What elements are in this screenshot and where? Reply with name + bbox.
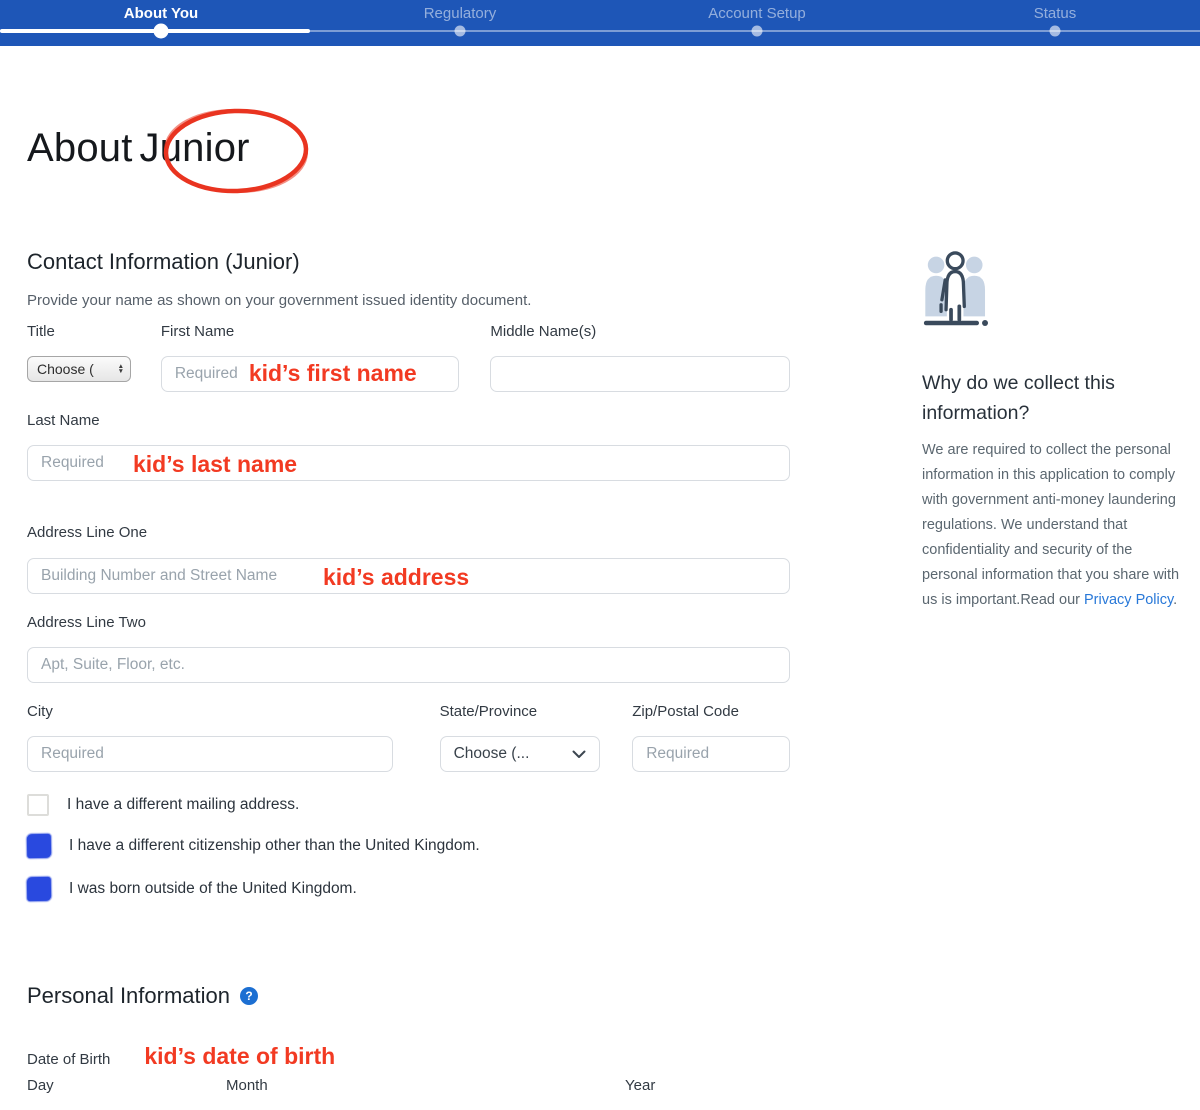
sidebar-body: We are required to collect the personal …	[922, 438, 1184, 613]
citizenship-row: I have a different citizenship other tha…	[27, 834, 790, 858]
personal-section-heading: Personal Information ?	[27, 983, 790, 1009]
step-account-setup[interactable]: Account Setup	[708, 5, 806, 22]
step-dot-regulatory[interactable]	[455, 26, 466, 37]
address2-label: Address Line Two	[27, 615, 790, 631]
city-state-zip-row: City State/Province Choose (... Zip/Post…	[27, 704, 790, 772]
state-select-value: Choose (...	[454, 745, 573, 763]
first-name-input[interactable]	[161, 356, 459, 392]
year-label: Year	[625, 1078, 790, 1094]
name-fields-row: Title Choose ( ▲▼ First Name kid’s first…	[27, 324, 790, 392]
step-about-you[interactable]: About You	[124, 5, 198, 22]
last-name-field: Last Name kid’s last name	[27, 413, 790, 481]
dob-fields-row: Day Month Choose (Required) Year	[27, 1078, 790, 1110]
middle-name-label: Middle Name(s)	[490, 324, 790, 340]
address1-label: Address Line One	[27, 525, 790, 541]
address2-field: Address Line Two	[27, 615, 790, 683]
page-title: AboutJunior	[27, 126, 790, 170]
middle-name-input[interactable]	[490, 356, 790, 392]
state-label: State/Province	[440, 704, 601, 720]
address1-input[interactable]	[27, 558, 790, 594]
info-sidebar: Why do we collect this information? We a…	[922, 244, 1184, 613]
title-select-value: Choose (	[37, 361, 116, 377]
step-dot-account-setup[interactable]	[752, 26, 763, 37]
dob-label-row: Date of Birth kid’s date of birth	[27, 1043, 790, 1070]
zip-label: Zip/Postal Code	[632, 704, 790, 720]
address2-input[interactable]	[27, 647, 790, 683]
citizenship-checkbox-scribble[interactable]	[27, 834, 51, 858]
help-icon[interactable]: ?	[240, 987, 258, 1005]
mailing-address-label: I have a different mailing address.	[67, 796, 299, 814]
step-dot-status[interactable]	[1050, 26, 1061, 37]
dob-label: Date of Birth	[27, 1051, 110, 1068]
contact-section-subtitle: Provide your name as shown on your gover…	[27, 292, 790, 309]
contact-section-heading: Contact Information (Junior)	[27, 249, 790, 275]
select-stepper-icon: ▲▼	[118, 364, 124, 374]
step-regulatory[interactable]: Regulatory	[424, 5, 497, 22]
last-name-label: Last Name	[27, 413, 790, 429]
citizenship-label: I have a different citizenship other tha…	[69, 837, 480, 855]
state-select[interactable]: Choose (...	[440, 736, 601, 772]
annotation-dob: kid’s date of birth	[144, 1043, 335, 1070]
address1-field: Address Line One kid’s address	[27, 525, 790, 594]
page-title-prefix: About	[27, 126, 133, 170]
born-outside-row: I was born outside of the United Kingdom…	[27, 877, 790, 901]
chevron-down-icon	[572, 750, 586, 759]
mailing-address-checkbox[interactable]	[27, 794, 49, 816]
privacy-policy-link[interactable]: Privacy Policy	[1084, 592, 1173, 608]
title-select[interactable]: Choose ( ▲▼	[27, 356, 131, 382]
last-name-input[interactable]	[27, 445, 790, 481]
city-input[interactable]	[27, 736, 393, 772]
page-title-circled-word: Junior	[140, 126, 250, 170]
first-name-label: First Name	[161, 324, 491, 340]
sidebar-body-text: We are required to collect the personal …	[922, 442, 1179, 608]
step-dot-about-you[interactable]	[154, 24, 169, 39]
step-status[interactable]: Status	[1034, 5, 1077, 22]
sidebar-body-period: .	[1173, 592, 1177, 608]
born-outside-label: I was born outside of the United Kingdom…	[69, 880, 357, 898]
title-label: Title	[27, 324, 161, 340]
people-group-icon	[922, 244, 990, 334]
sidebar-heading: Why do we collect this information?	[922, 368, 1184, 428]
form-main-column: AboutJunior Contact Information (Junior)…	[27, 126, 790, 1110]
zip-input[interactable]	[632, 736, 790, 772]
personal-heading-text: Personal Information	[27, 983, 230, 1009]
month-label: Month	[226, 1078, 593, 1094]
day-label: Day	[27, 1078, 226, 1094]
mailing-address-row: I have a different mailing address.	[27, 794, 790, 816]
city-label: City	[27, 704, 408, 720]
born-outside-checkbox-scribble[interactable]	[27, 877, 51, 901]
wizard-step-bar: About You Regulatory Account Setup Statu…	[0, 0, 1200, 46]
